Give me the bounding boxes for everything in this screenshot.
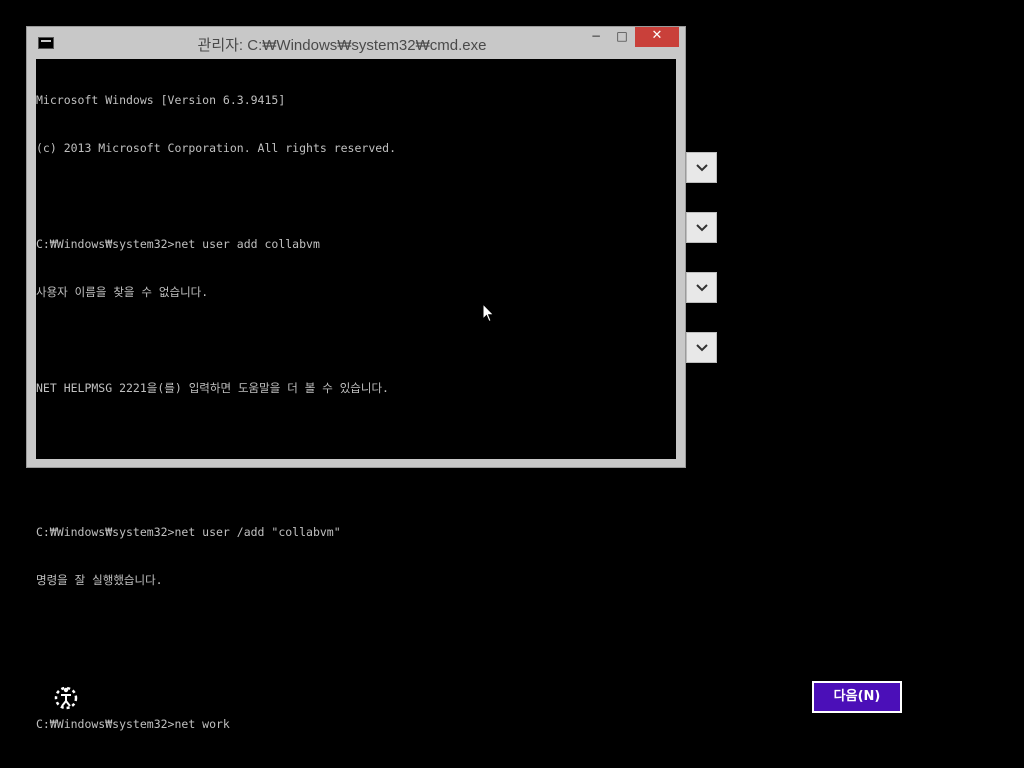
console-line: (c) 2013 Microsoft Corporation. All righ… (36, 141, 397, 155)
console-line: C:₩Windows₩system32>net user /add "colla… (36, 525, 341, 539)
ease-of-access-icon[interactable] (52, 684, 80, 712)
chevron-down-icon (696, 284, 708, 292)
chevron-down-icon (696, 344, 708, 352)
console-line: C:₩Windows₩system32>net user add collabv… (36, 237, 320, 251)
close-button[interactable]: ✕ (635, 27, 679, 47)
mouse-pointer-icon (482, 303, 495, 323)
dropdown-button[interactable] (686, 332, 717, 363)
dropdown-button[interactable] (686, 152, 717, 183)
chevron-down-icon (696, 224, 708, 232)
dropdown-button[interactable] (686, 212, 717, 243)
chevron-down-icon (696, 164, 708, 172)
cmd-window[interactable]: 관리자: C:₩Windows₩system32₩cmd.exe − □ ✕ M… (26, 26, 686, 731)
title-bar[interactable]: 관리자: C:₩Windows₩system32₩cmd.exe − □ ✕ (27, 27, 685, 59)
console-line: 명령을 잘 실행했습니다. (36, 573, 163, 587)
minimize-button[interactable]: − (583, 27, 609, 47)
next-button[interactable]: 다음(N) (812, 681, 902, 713)
console-line: 사용자 이름을 찾을 수 없습니다. (36, 285, 209, 299)
console-line: NET HELPMSG 2221을(를) 입력하면 도움말을 더 볼 수 있습니… (36, 381, 389, 395)
console-line: C:₩Windows₩system32>net work (36, 717, 230, 731)
console-text: Microsoft Windows [Version 6.3.9415] (c)… (36, 60, 396, 764)
maximize-button[interactable]: □ (609, 27, 635, 47)
scrollbar[interactable] (676, 59, 677, 459)
console-line: Microsoft Windows [Version 6.3.9415] (36, 93, 286, 107)
dropdown-button[interactable] (686, 272, 717, 303)
console-output[interactable]: Microsoft Windows [Version 6.3.9415] (c)… (36, 59, 677, 731)
